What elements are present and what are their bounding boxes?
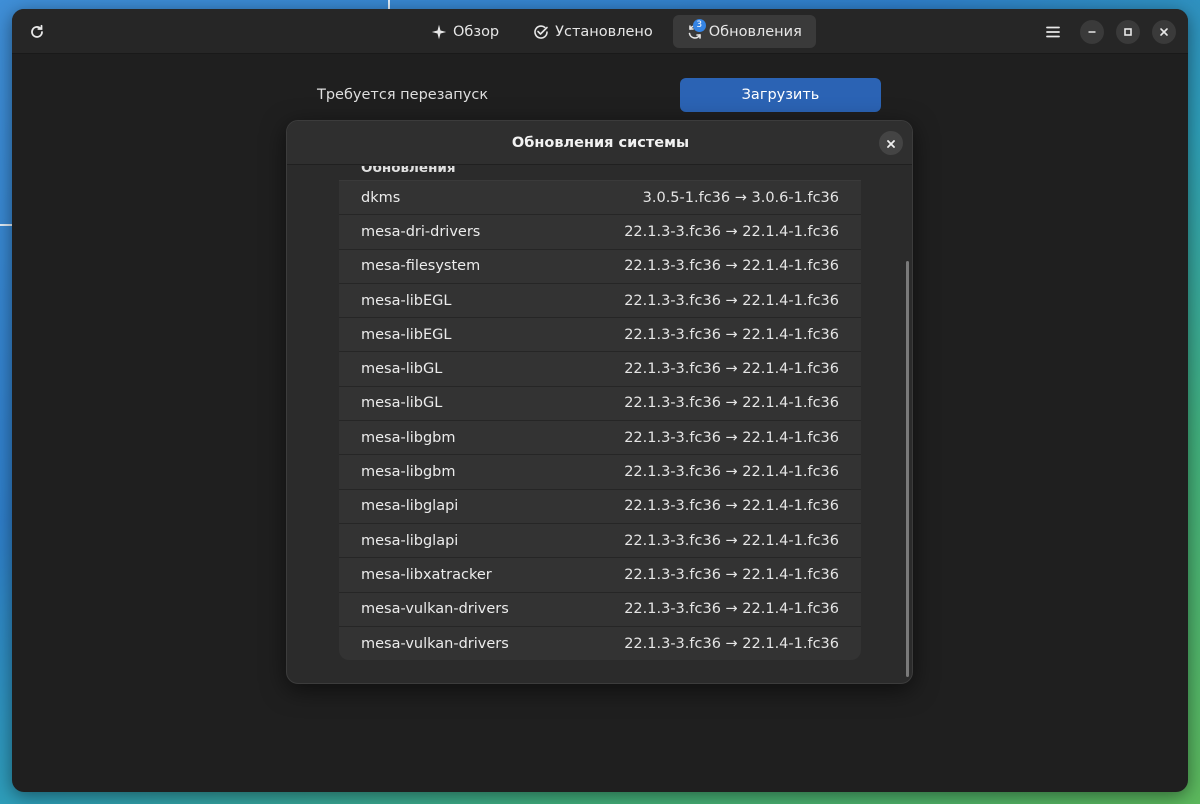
dialog-close-button[interactable] [879,131,903,155]
dialog-title: Обновления системы [511,134,690,151]
table-row: mesa-libGL 22.1.3-3.fc36 → 22.1.4-1.fc36 [339,351,861,385]
package-name: mesa-libGL [361,395,443,412]
header-bar: Обзор Установлено 3 Обновления [12,9,1188,54]
wallpaper-line [0,224,12,226]
tab-explore[interactable]: Обзор [417,15,513,48]
restart-required-label: Требуется перезапуск [317,87,489,103]
tab-label: Установлено [555,23,653,40]
explore-icon [431,24,447,40]
tab-label: Обновления [708,23,802,40]
view-switcher: Обзор Установлено 3 Обновления [417,15,816,48]
maximize-button[interactable] [1116,20,1140,44]
wallpaper-line [388,0,390,9]
table-row: mesa-libglapi 22.1.3-3.fc36 → 22.1.4-1.fc… [339,522,861,557]
package-version: 22.1.3-3.fc36 → 22.1.4-1.fc36 [624,601,839,618]
table-row: mesa-filesystem 22.1.3-3.fc36 → 22.1.4-1.… [339,248,861,283]
scrollbar[interactable] [906,261,909,677]
table-row: mesa-vulkan-drivers 22.1.3-3.fc36 → 22.1.… [339,625,861,660]
download-button[interactable]: Загрузить [680,78,881,112]
package-name: mesa-libEGL [361,292,452,309]
minimize-button[interactable] [1080,20,1104,44]
package-version: 22.1.3-3.fc36 → 22.1.4-1.fc36 [624,532,839,549]
package-version: 22.1.3-3.fc36 → 22.1.4-1.fc36 [624,326,839,343]
package-list: dkms 3.0.5-1.fc36 → 3.0.6-1.fc36 mesa-dri-… [339,180,861,661]
package-version: 22.1.3-3.fc36 → 22.1.4-1.fc36 [624,464,839,481]
check-circle-icon [533,24,549,40]
package-version: 22.1.3-3.fc36 → 22.1.4-1.fc36 [624,566,839,583]
minimize-icon [1087,27,1097,37]
main-menu-button[interactable] [1036,15,1070,49]
package-name: mesa-libGL [361,361,443,378]
package-version: 22.1.3-3.fc36 → 22.1.4-1.fc36 [624,361,839,378]
package-name: dkms [361,189,401,206]
package-name: mesa-libgbm [361,429,456,446]
table-row: mesa-dri-drivers 22.1.3-3.fc36 → 22.1.4-1… [339,214,861,248]
package-name: mesa-libxatracker [361,566,492,583]
table-row: mesa-libEGL 22.1.3-3.fc36 → 22.1.4-1.fc36 [339,317,861,351]
package-name: mesa-filesystem [361,258,481,275]
table-row: mesa-vulkan-drivers 22.1.3-3.fc36 → 22.1.… [339,591,861,626]
package-name: mesa-libgbm [361,464,456,481]
package-version: 22.1.3-3.fc36 → 22.1.4-1.fc36 [624,635,839,652]
section-heading: Обновления [361,166,456,176]
table-row: mesa-libgbm 22.1.3-3.fc36 → 22.1.4-1.fc36 [339,420,861,454]
tab-label: Обзор [453,23,500,40]
close-icon [1159,27,1169,37]
table-row: mesa-libgbm 22.1.3-3.fc36 → 22.1.4-1.fc36 [339,454,861,488]
close-icon [886,134,896,153]
dialog-scroll-area[interactable]: Обновления dkms 3.0.5-1.fc36 → 3.0.6-1.fc… [287,166,912,683]
package-version: 22.1.3-3.fc36 → 22.1.4-1.fc36 [624,429,839,446]
package-name: mesa-dri-drivers [361,223,481,240]
table-row: mesa-libxatracker 22.1.3-3.fc36 → 22.1.4-… [339,557,861,591]
package-name: mesa-vulkan-drivers [361,635,509,652]
updates-count-badge: 3 [692,19,706,32]
package-version: 22.1.3-3.fc36 → 22.1.4-1.fc36 [624,498,839,515]
tab-installed[interactable]: Установлено [519,15,667,48]
table-row: mesa-libglapi 22.1.3-3.fc36 → 22.1.4-1.fc… [339,488,861,523]
package-version: 22.1.3-3.fc36 → 22.1.4-1.fc36 [624,395,839,412]
package-version: 22.1.3-3.fc36 → 22.1.4-1.fc36 [624,223,839,240]
package-name: mesa-libEGL [361,326,452,343]
package-name: mesa-libglapi [361,532,459,549]
package-version: 22.1.3-3.fc36 → 22.1.4-1.fc36 [624,258,839,275]
close-window-button[interactable] [1152,20,1176,44]
dialog-header: Обновления системы [287,121,912,165]
package-name: mesa-libglapi [361,498,459,515]
package-version: 3.0.5-1.fc36 → 3.0.6-1.fc36 [642,189,839,206]
refresh-button[interactable] [20,15,54,49]
table-row: mesa-libEGL 22.1.3-3.fc36 → 22.1.4-1.fc36 [339,282,861,317]
package-name: mesa-vulkan-drivers [361,601,509,618]
maximize-icon [1123,27,1133,37]
tab-updates[interactable]: 3 Обновления [672,15,816,48]
package-version: 22.1.3-3.fc36 → 22.1.4-1.fc36 [624,292,839,309]
table-row: dkms 3.0.5-1.fc36 → 3.0.6-1.fc36 [339,180,861,214]
hamburger-menu-icon [1045,24,1061,40]
refresh-icon [29,24,45,40]
system-updates-dialog: Обновления системы Обновления dkms 3.0.5-… [286,120,913,684]
table-row: mesa-libGL 22.1.3-3.fc36 → 22.1.4-1.fc36 [339,385,861,420]
